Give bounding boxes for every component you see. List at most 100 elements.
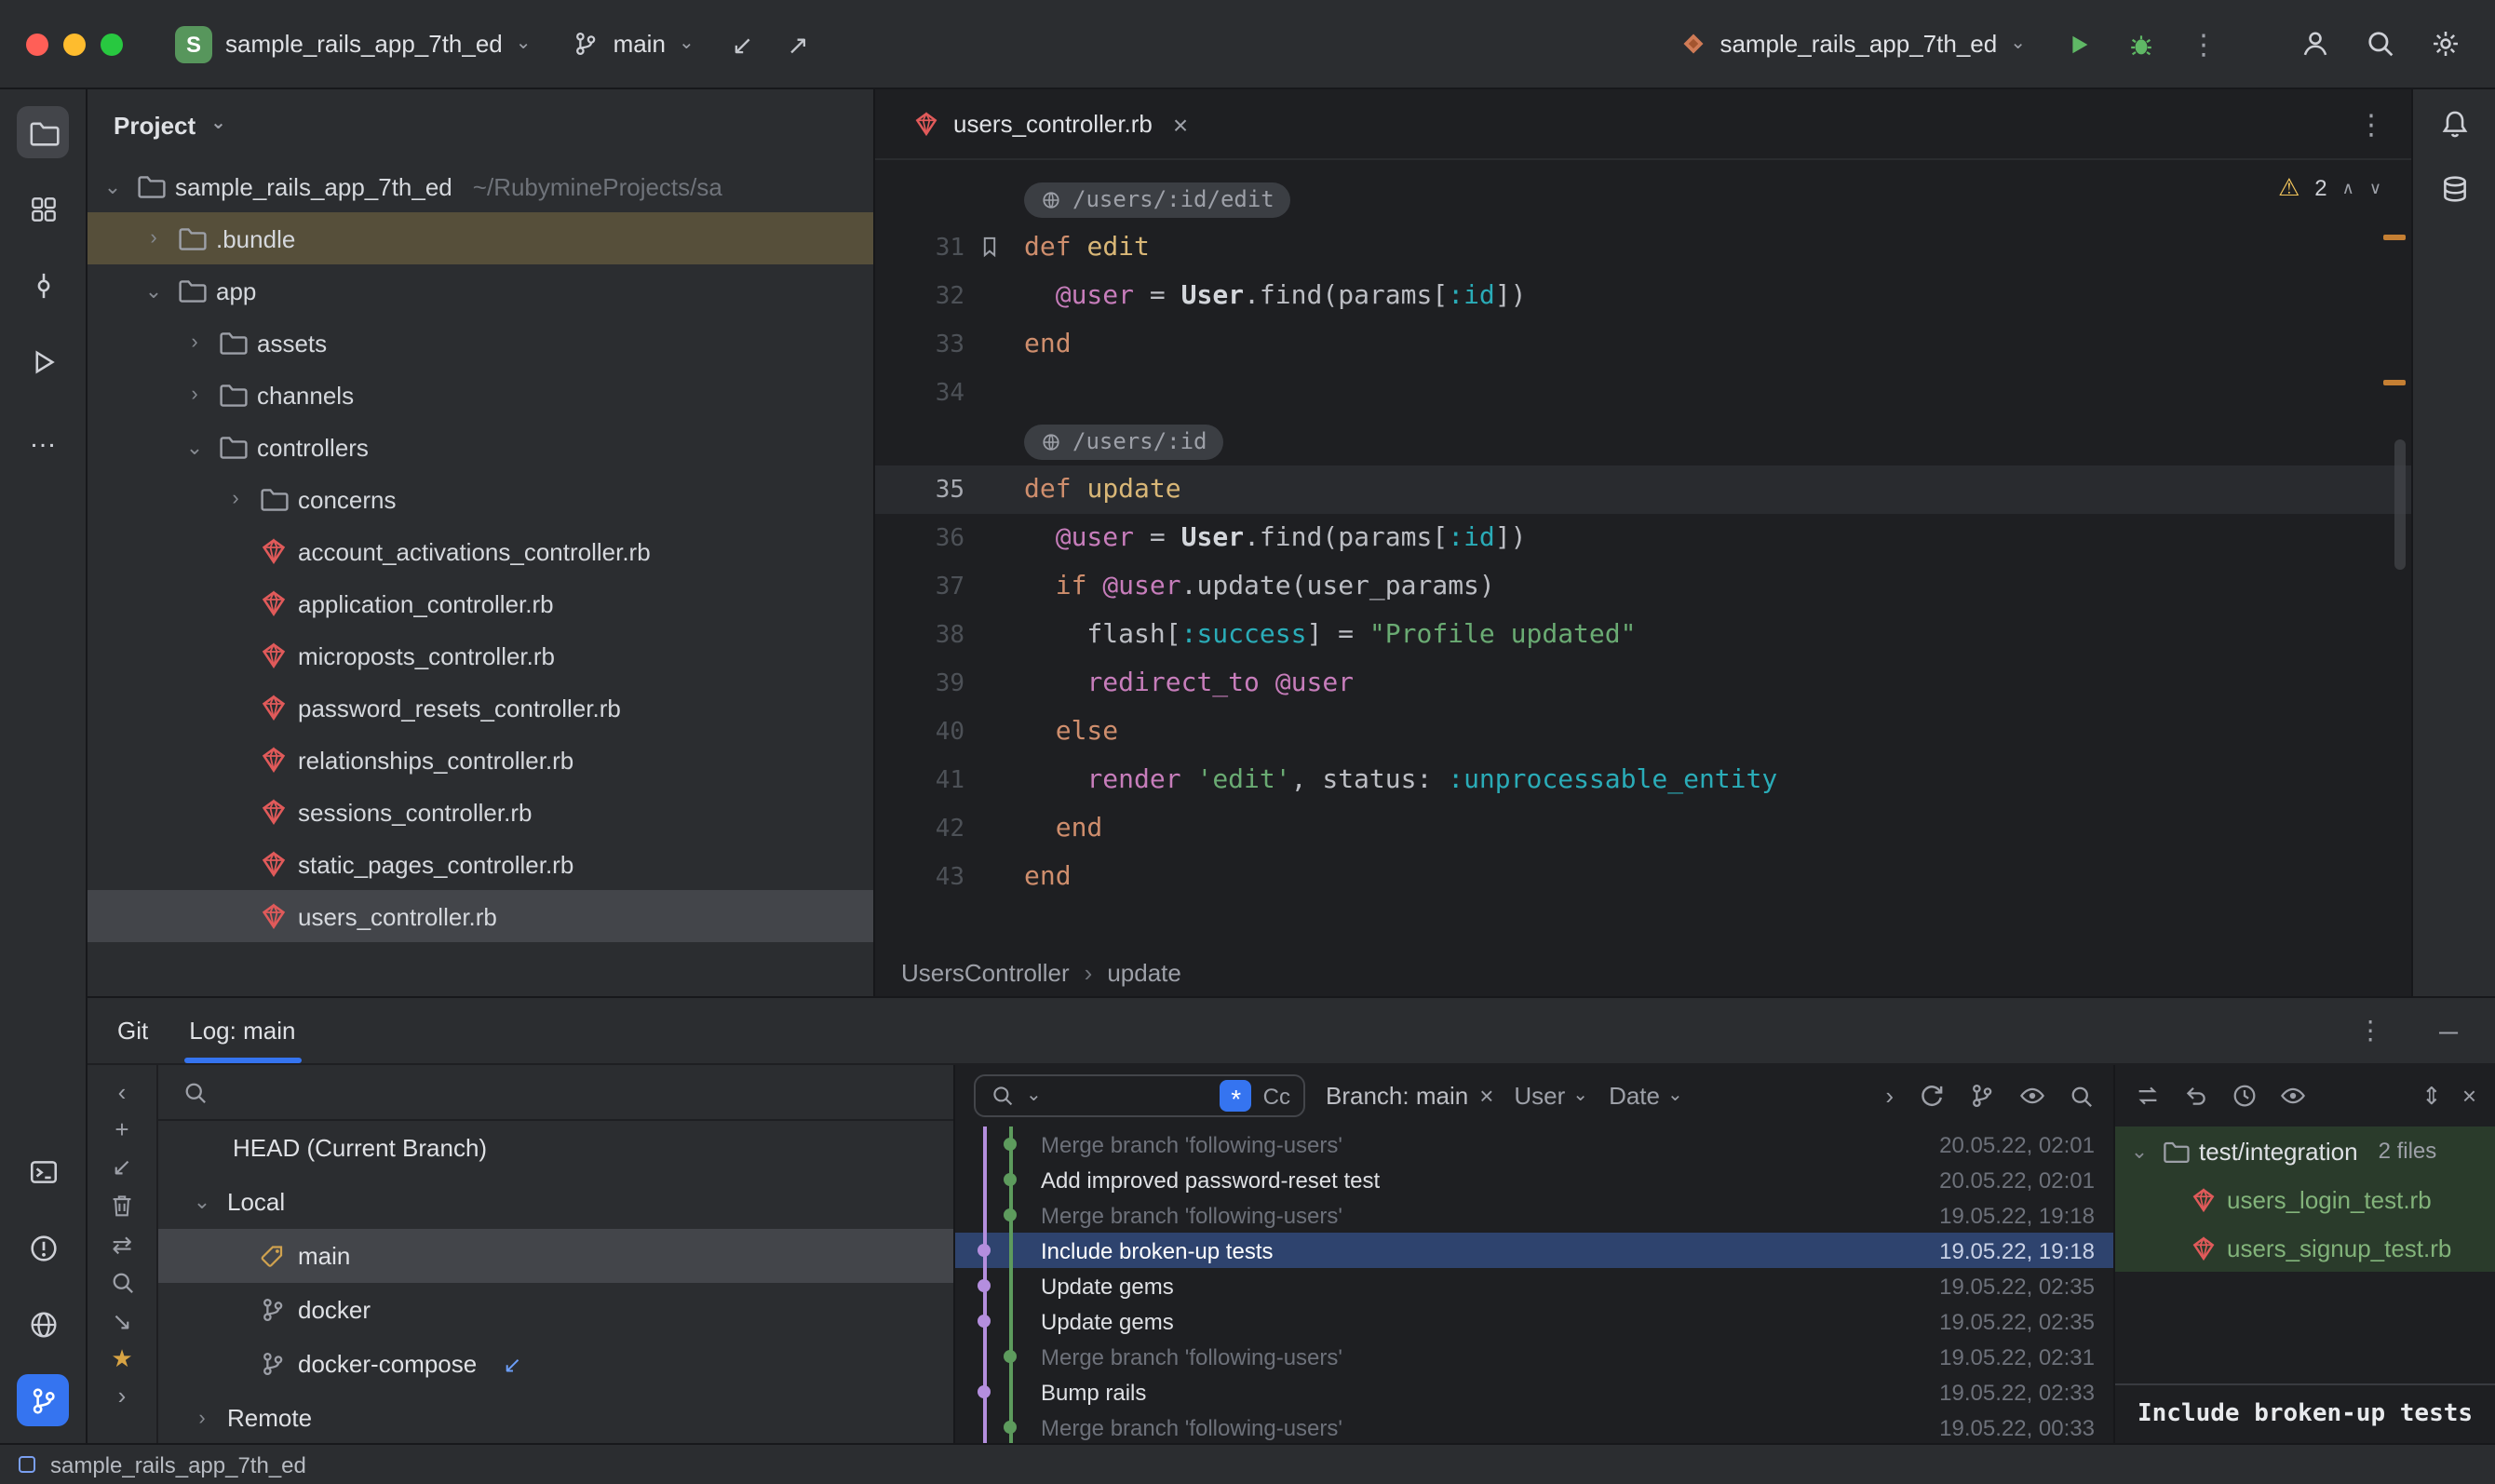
commit-row[interactable]: Bump rails19.05.22, 02:33: [955, 1374, 2113, 1410]
commit-tool-icon[interactable]: [17, 259, 69, 311]
code-line-40[interactable]: 40 else: [875, 708, 2411, 756]
run-button[interactable]: [2056, 29, 2100, 59]
git-log-tab[interactable]: Log: main: [189, 1017, 295, 1045]
code-line-37[interactable]: 37 if @user.update(user_params): [875, 562, 2411, 611]
collapse-details-icon[interactable]: ×: [2462, 1082, 2476, 1110]
commit-row[interactable]: Merge branch 'following-users'20.05.22, …: [955, 1126, 2113, 1162]
tree-item-sample_rails_app_7th_ed[interactable]: ⌄sample_rails_app_7th_ed~/RubymineProjec…: [88, 160, 873, 212]
code-line-39[interactable]: 39 redirect_to @user: [875, 659, 2411, 708]
editor-scrollbar[interactable]: [2394, 439, 2406, 570]
clear-filter-icon[interactable]: ×: [1479, 1082, 1493, 1110]
code-line-35[interactable]: 35def update: [875, 465, 2411, 514]
tab-options-icon[interactable]: ⋮: [2357, 107, 2385, 141]
tree-item-sessions_controller.rb[interactable]: sessions_controller.rb: [88, 786, 873, 838]
regex-toggle[interactable]: *: [1221, 1080, 1252, 1112]
tree-item-relationships_controller.rb[interactable]: relationships_controller.rb: [88, 734, 873, 786]
zoom-window-button[interactable]: [101, 33, 123, 55]
terminal-tool-icon[interactable]: [17, 1145, 69, 1197]
search-everywhere-icon[interactable]: [2357, 28, 2404, 60]
tree-item-account_activations_controller.rb[interactable]: account_activations_controller.rb: [88, 525, 873, 577]
vcs-push-icon[interactable]: ↗: [779, 31, 816, 57]
refresh-icon[interactable]: [1918, 1082, 1946, 1110]
tree-item-channels[interactable]: ›channels: [88, 369, 873, 421]
tree-toggle-icon[interactable]: ⌄: [140, 278, 168, 303]
branch-row-main[interactable]: main: [158, 1229, 953, 1283]
tree-item-microposts_controller.rb[interactable]: microposts_controller.rb: [88, 629, 873, 681]
compare-branches-icon[interactable]: [1968, 1082, 1996, 1110]
favorites-icon[interactable]: ★: [111, 1346, 132, 1370]
branch-row-docker-compose[interactable]: docker-compose ↙: [158, 1337, 953, 1391]
pull-icon[interactable]: ↙: [112, 1154, 132, 1179]
delete-branch-icon[interactable]: [108, 1192, 136, 1220]
close-window-button[interactable]: [26, 33, 48, 55]
history-icon[interactable]: [2231, 1082, 2259, 1110]
code-line-31[interactable]: 31def edit: [875, 223, 2411, 272]
collapse-panel-icon[interactable]: ‹: [118, 1080, 127, 1104]
inlay-hint-row[interactable]: /users/:id: [875, 417, 2411, 465]
inspection-widget[interactable]: ⚠ 2 ∧ ∨: [2278, 173, 2381, 203]
expand-all-icon[interactable]: ⇕: [2421, 1081, 2442, 1111]
tree-toggle-icon[interactable]: ›: [181, 331, 209, 354]
date-filter[interactable]: Date ⌄: [1609, 1082, 1683, 1110]
close-tab-icon[interactable]: ×: [1173, 109, 1188, 139]
code-line-38[interactable]: 38 flash[:success] = "Profile updated": [875, 611, 2411, 659]
project-tool-icon[interactable]: [17, 106, 69, 158]
problems-tool-icon[interactable]: [17, 1221, 69, 1274]
search-icon[interactable]: [109, 1270, 135, 1296]
vcs-update-icon[interactable]: ↙: [724, 31, 761, 57]
route-inlay-chip[interactable]: /users/:id/edit: [1024, 182, 1291, 217]
changed-file-row[interactable]: users_signup_test.rb: [2115, 1223, 2495, 1272]
preview-icon[interactable]: [2018, 1082, 2046, 1110]
tree-item-users_controller.rb[interactable]: users_controller.rb: [88, 890, 873, 942]
branch-head-row[interactable]: HEAD (Current Branch): [158, 1121, 953, 1175]
git-tool-icon[interactable]: [17, 1374, 69, 1426]
database-tool-icon[interactable]: [2438, 173, 2470, 205]
tree-item-controllers[interactable]: ⌄controllers: [88, 421, 873, 473]
code-viewport[interactable]: /users/:id/edit31def edit32 @user = User…: [875, 160, 2411, 948]
code-line-42[interactable]: 42 end: [875, 804, 2411, 853]
inlay-hint-row[interactable]: /users/:id/edit: [875, 175, 2411, 223]
tree-toggle-icon[interactable]: ⌄: [188, 1190, 216, 1214]
tree-toggle-icon[interactable]: ⌄: [99, 174, 127, 198]
new-branch-icon[interactable]: +: [115, 1117, 128, 1141]
tree-item-assets[interactable]: ›assets: [88, 317, 873, 369]
code-line-41[interactable]: 41 render 'edit', status: :unprocessable…: [875, 756, 2411, 804]
project-widget[interactable]: S sample_rails_app_7th_ed ⌄: [164, 18, 543, 70]
panel-options-icon[interactable]: ⋮: [2350, 1015, 2391, 1046]
branch-group-local[interactable]: ⌄ Local: [158, 1175, 953, 1229]
commit-row[interactable]: Merge branch 'following-users'19.05.22, …: [955, 1339, 2113, 1374]
project-panel-header[interactable]: Project ⌄: [88, 89, 873, 160]
commit-row[interactable]: Update gems19.05.22, 02:35: [955, 1303, 2113, 1339]
structure-tool-icon[interactable]: [17, 182, 69, 235]
tree-toggle-icon[interactable]: ›: [181, 384, 209, 406]
tree-toggle-icon[interactable]: ›: [188, 1407, 216, 1429]
search-icon[interactable]: [2069, 1083, 2095, 1109]
breadcrumb-class[interactable]: UsersController: [901, 958, 1070, 986]
next-problem-icon[interactable]: ∨: [2369, 178, 2381, 198]
tree-item-.bundle[interactable]: ›.bundle: [88, 212, 873, 264]
tree-item-app[interactable]: ⌄app: [88, 264, 873, 317]
commit-row[interactable]: Include broken-up tests19.05.22, 19:18: [955, 1233, 2113, 1268]
fetch-icon[interactable]: ⇄: [112, 1233, 132, 1257]
status-bar-project[interactable]: sample_rails_app_7th_ed: [50, 1451, 306, 1477]
tree-item-static_pages_controller.rb[interactable]: static_pages_controller.rb: [88, 838, 873, 890]
rollback-icon[interactable]: [2182, 1082, 2210, 1110]
tree-toggle-icon[interactable]: ›: [140, 227, 168, 250]
changed-file-row[interactable]: users_login_test.rb: [2115, 1175, 2495, 1223]
breadcrumb-method[interactable]: update: [1107, 958, 1181, 986]
push-icon[interactable]: ↘: [112, 1309, 132, 1333]
editor-tab-users-controller[interactable]: users_controller.rb ×: [894, 89, 1207, 158]
code-line-36[interactable]: 36 @user = User.find(params[:id]): [875, 514, 2411, 562]
commit-row[interactable]: Update gems19.05.22, 02:35: [955, 1268, 2113, 1303]
git-panel-title[interactable]: Git: [117, 1017, 148, 1045]
branch-row-docker[interactable]: docker: [158, 1283, 953, 1337]
prev-problem-icon[interactable]: ∧: [2342, 178, 2354, 198]
branch-filter[interactable]: Branch: main ×: [1326, 1082, 1493, 1110]
tree-item-password_resets_controller.rb[interactable]: password_resets_controller.rb: [88, 681, 873, 734]
route-inlay-chip[interactable]: /users/:id: [1024, 424, 1224, 459]
minimize-window-button[interactable]: [63, 33, 86, 55]
code-line-43[interactable]: 43end: [875, 853, 2411, 901]
debug-button[interactable]: [2119, 29, 2164, 59]
commit-search-field[interactable]: ⌄ * Cc: [974, 1074, 1305, 1117]
run-configuration-widget[interactable]: sample_rails_app_7th_ed ⌄: [1667, 22, 2037, 65]
